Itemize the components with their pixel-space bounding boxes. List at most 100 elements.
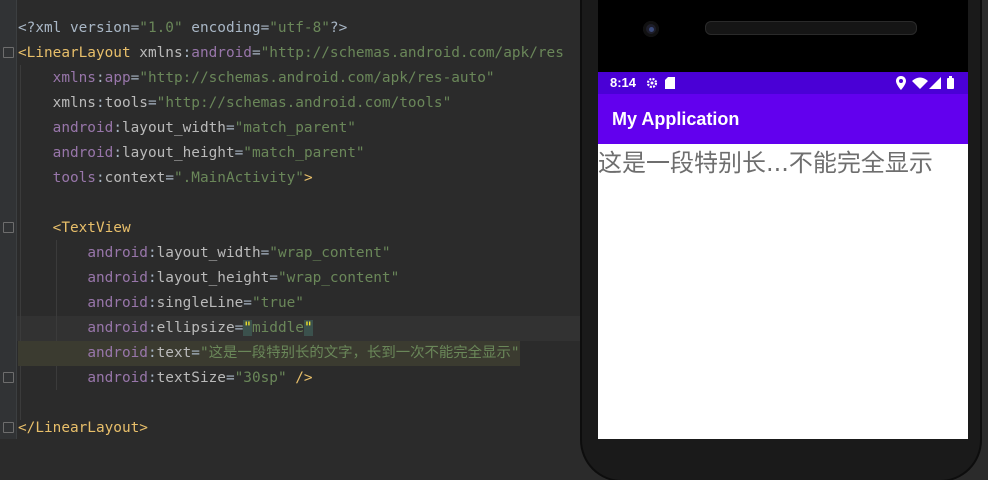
code-line[interactable]: tools:context=".MainActivity">	[18, 166, 313, 191]
sd-card-icon	[665, 77, 675, 89]
code-token: :	[147, 320, 157, 336]
code-line[interactable]: android:textSize="30sp" />	[18, 366, 313, 391]
code-token: ellipsize	[156, 320, 235, 336]
code-token: tools	[52, 170, 96, 186]
code-line[interactable]: android:layout_width="wrap_content"	[18, 241, 391, 266]
code-line[interactable]: android:layout_width="match_parent"	[18, 116, 356, 141]
code-line[interactable]: <?xml version="1.0" encoding="utf-8"?>	[18, 16, 347, 41]
speaker-grille	[705, 21, 917, 35]
fold-marker-linearlayout[interactable]	[3, 47, 14, 58]
code-token: =	[225, 120, 235, 136]
code-token: android	[87, 345, 148, 361]
fold-end-linearlayout[interactable]	[3, 422, 14, 433]
code-token: xmlns	[139, 45, 183, 61]
code-token: "true"	[251, 295, 304, 311]
code-token: tools	[104, 95, 148, 111]
status-bar: 8:14	[598, 72, 968, 94]
code-line[interactable]: android:ellipsize="middle"	[18, 316, 313, 341]
code-token: :	[95, 95, 105, 111]
settings-gear-icon	[646, 77, 658, 89]
code-token: "match_parent"	[234, 120, 356, 136]
code-token: =	[225, 370, 235, 386]
app-bar: My Application	[598, 94, 968, 144]
ellipsized-textview: 这是一段特别长...不能完全显示	[598, 149, 933, 177]
code-token: :	[113, 145, 122, 161]
code-token: android	[87, 295, 148, 311]
code-line[interactable]: <TextView	[18, 216, 131, 241]
code-token: xmlns	[52, 95, 96, 111]
code-token: android	[87, 245, 148, 261]
code-token: "	[243, 320, 252, 336]
code-token: =	[234, 320, 244, 336]
code-token: :	[113, 120, 122, 136]
code-line[interactable]: <LinearLayout xmlns:android="http://sche…	[18, 41, 564, 66]
code-token: ".MainActivity"	[173, 170, 304, 186]
code-token: layout_height	[156, 270, 270, 286]
editor-top-strip	[0, 0, 580, 15]
code-token: =	[234, 145, 244, 161]
location-icon	[896, 76, 906, 90]
code-token: android	[87, 270, 148, 286]
status-time: 8:14	[610, 75, 637, 90]
code-token: layout_width	[121, 120, 226, 136]
code-token: "http://schemas.android.com/apk/res-auto…	[139, 70, 495, 86]
code-token: android	[87, 320, 148, 336]
code-token: =	[243, 295, 252, 311]
code-editor[interactable]: <?xml version="1.0" encoding="utf-8"?> <L…	[0, 0, 580, 439]
code-token: layout_width	[156, 245, 261, 261]
code-token: =	[251, 45, 261, 61]
code-token: =	[147, 95, 157, 111]
code-token: "utf-8"	[269, 20, 330, 36]
code-token: "1.0"	[139, 20, 183, 36]
code-token: textSize	[156, 370, 226, 386]
code-line[interactable]: xmlns:app="http://schemas.android.com/ap…	[18, 66, 495, 91]
code-token: android	[52, 145, 114, 161]
code-token: :	[182, 45, 192, 61]
code-token: android	[87, 370, 148, 386]
code-token: :	[147, 295, 157, 311]
code-token: :	[147, 345, 157, 361]
code-token: "	[303, 320, 313, 336]
code-token: app	[104, 70, 131, 86]
code-token: =	[165, 170, 174, 186]
code-token: ?>	[329, 20, 348, 36]
code-token: >	[303, 170, 313, 186]
code-line[interactable]: android:text="这是一段特别长的文字，长到一次不能完全显示"	[18, 341, 520, 366]
code-token: />	[286, 370, 313, 386]
fold-marker-textview[interactable]	[3, 222, 14, 233]
code-line[interactable]: </LinearLayout>	[18, 416, 148, 439]
code-line[interactable]: xmlns:tools="http://schemas.android.com/…	[18, 91, 452, 116]
code-token: android	[52, 120, 114, 136]
code-token: :	[95, 70, 105, 86]
wifi-icon	[912, 77, 928, 89]
code-token: middle	[251, 320, 304, 336]
code-token: xmlns	[52, 70, 96, 86]
code-line[interactable]: android:singleLine="true"	[18, 291, 304, 316]
code-token: =	[269, 270, 278, 286]
code-token: context	[104, 170, 166, 186]
app-content: 这是一段特别长...不能完全显示	[598, 144, 968, 439]
code-line[interactable]: android:layout_height="match_parent"	[18, 141, 365, 166]
code-token: encoding=	[182, 20, 270, 36]
fold-end-textview[interactable]	[3, 372, 14, 383]
code-token: "wrap_content"	[269, 245, 391, 261]
code-token: "wrap_content"	[277, 270, 400, 286]
code-line[interactable]: android:layout_height="wrap_content"	[18, 266, 399, 291]
code-token: text	[156, 345, 192, 361]
code-token: </LinearLayout>	[18, 420, 148, 436]
code-token: <LinearLayout	[18, 45, 140, 61]
code-token: "match_parent"	[243, 145, 365, 161]
code-token: :	[147, 270, 157, 286]
code-token: "30sp"	[234, 370, 287, 386]
